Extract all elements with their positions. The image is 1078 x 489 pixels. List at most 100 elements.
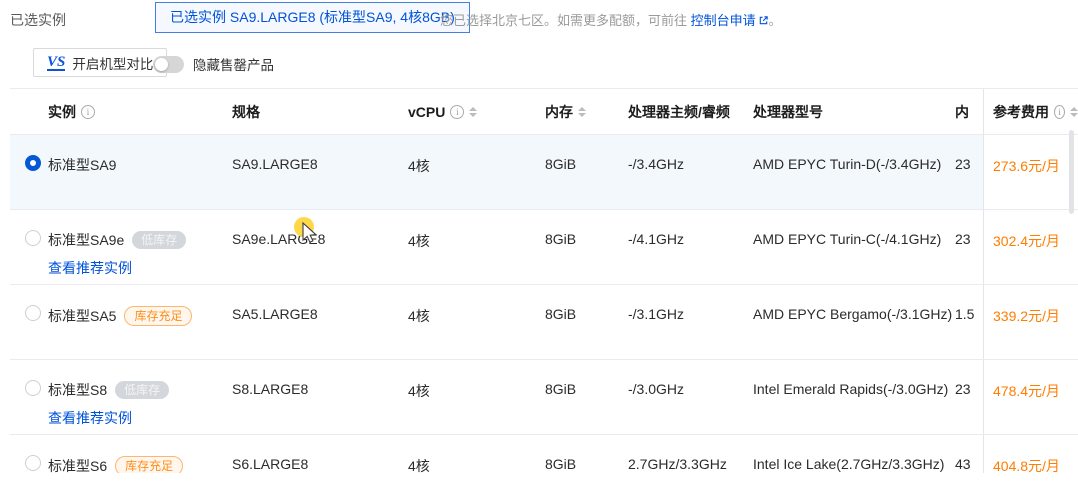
instance-name-line: 标准型SA5 库存充足 [48,306,232,326]
radio-cell [10,210,48,284]
column-header: 实例i [48,89,232,134]
instance-name-cell: 标准型S6 库存充足 [48,435,232,473]
header-cell-radio [10,89,48,134]
stock-badge: 库存充足 [124,306,192,326]
vcpu-cell: 4核 [408,285,545,359]
table-header-row: 实例i规格 vCPU i 内存 处理器主频/睿频 处理器型号 内 参考费用 i [10,89,1078,135]
cpu-model-cell: AMD EPYC Turin-C(-/4.1GHz) [753,210,955,284]
spec-cell: S8.LARGE8 [232,360,408,434]
instance-name-line: 标准型S8低库存 [48,381,232,399]
column-header: 内 [955,89,983,134]
memory-cell: 8GiB [545,135,628,209]
region-quota-note: 您已选择北京七区。如需更多配额，可前往 控制台申请。 [440,10,782,29]
info-icon[interactable]: i [1054,105,1065,119]
view-recommended-link[interactable]: 查看推荐实例 [48,258,232,278]
toggle-knob-icon [155,58,168,71]
instance-name-cell: 标准型S8低库存查看推荐实例 [48,360,232,434]
table-row[interactable]: 标准型SA9 SA9.LARGE84核8GiB-/3.4GHzAMD EPYC T… [10,135,1078,210]
instance-name-line: 标准型SA9e低库存 [48,231,232,249]
info-icon[interactable]: i [81,105,95,119]
column-header-label: 内 [955,102,969,122]
price-cell: 339.2元/月 [983,285,1078,359]
column-header-label: 内存 [545,102,573,122]
note-period: 。 [769,13,782,28]
instance-radio[interactable] [25,305,41,321]
hide-soldout-label: 隐藏售罄产品 [193,54,274,74]
memory-cell: 8GiB [545,360,628,434]
instance-name-cell: 标准型SA9 [48,135,232,209]
console-apply-link[interactable]: 控制台申请 [691,13,756,28]
hide-soldout-control: 隐藏售罄产品 [153,54,274,74]
cpu-model-cell: Intel Emerald Rapids(-/3.0GHz) [753,360,955,434]
spec-cell: SA5.LARGE8 [232,285,408,359]
column-header: 参考费用 i [983,89,1078,134]
frequency-cell: -/4.1GHz [628,210,753,284]
stock-badge: 库存充足 [115,456,183,473]
radio-cell [10,285,48,359]
bandwidth-clipped-cell: 43 [955,435,983,473]
price-cell: 404.8元/月 [983,435,1078,473]
cpu-model-cell: AMD EPYC Bergamo(-/3.1GHz) [753,285,955,359]
instance-radio[interactable] [25,380,41,396]
column-header-label: 处理器型号 [753,102,823,122]
vcpu-cell: 4核 [408,210,545,284]
spec-cell: SA9e.LARGE8 [232,210,408,284]
column-header: 处理器主频/睿频 [628,89,753,134]
memory-cell: 8GiB [545,435,628,473]
column-header-label: 参考费用 [993,102,1049,122]
memory-cell: 8GiB [545,210,628,284]
spec-cell: S6.LARGE8 [232,435,408,473]
instance-radio[interactable] [25,455,41,471]
radio-cell [10,135,48,209]
spec-cell: SA9.LARGE8 [232,135,408,209]
sort-icon[interactable] [469,107,477,117]
table-row[interactable]: 标准型S8低库存查看推荐实例S8.LARGE84核8GiB-/3.0GHzInt… [10,360,1078,435]
compare-models-label: 开启机型对比 [72,53,153,73]
table-body: 标准型SA9SA9.LARGE84核8GiB-/3.4GHzAMD EPYC T… [10,135,1078,473]
vertical-scrollbar-thumb[interactable] [1069,130,1074,214]
frequency-cell: -/3.1GHz [628,285,753,359]
sort-icon[interactable] [1070,107,1078,117]
column-header-label: 规格 [232,102,260,122]
instance-name: 标准型S6 [48,457,107,473]
external-link-icon[interactable] [758,14,769,29]
stock-badge: 低库存 [115,381,169,399]
column-header-label: vCPU [408,104,445,120]
vcpu-cell: 4核 [408,360,545,434]
note-text: 您已选择北京七区。如需更多配额，可前往 [440,13,691,28]
instance-radio[interactable] [25,155,41,171]
hide-soldout-toggle[interactable] [153,56,184,73]
sort-icon[interactable] [578,107,586,117]
instance-name-line: 标准型SA9 [48,156,232,174]
price-cell: 478.4元/月 [983,360,1078,434]
frequency-cell: -/3.4GHz [628,135,753,209]
stock-badge: 低库存 [132,231,186,249]
cpu-model-cell: AMD EPYC Turin-D(-/3.4GHz) [753,135,955,209]
table-row[interactable]: 标准型SA9e低库存查看推荐实例SA9e.LARGE84核8GiB-/4.1GH… [10,210,1078,285]
vs-icon: VS [47,55,65,71]
selected-instance-chip[interactable]: 已选实例 SA9.LARGE8 (标准型SA9, 4核8GB) [155,2,470,33]
instance-name: 标准型SA9 [48,156,116,174]
column-header: 处理器型号 [753,89,955,134]
view-recommended-link[interactable]: 查看推荐实例 [48,408,232,428]
radio-cell [10,435,48,473]
vcpu-cell: 4核 [408,135,545,209]
instance-name-cell: 标准型SA5 库存充足 [48,285,232,359]
frequency-cell: -/3.0GHz [628,360,753,434]
bandwidth-clipped-cell: 1.5 [955,285,983,359]
vcpu-cell: 4核 [408,435,545,473]
column-header: 规格 [232,89,408,134]
bandwidth-clipped-cell: 23 [955,360,983,434]
bandwidth-clipped-cell: 23 [955,135,983,209]
instance-name: 标准型SA5 [48,307,116,325]
frequency-cell: 2.7GHz/3.3GHz [628,435,753,473]
column-header-label: 处理器主频/睿频 [628,102,730,122]
table-row[interactable]: 标准型SA5库存充足SA5.LARGE84核8GiB-/3.1GHzAMD EP… [10,285,1078,360]
column-header: vCPU i [408,89,545,134]
table-row[interactable]: 标准型S6库存充足S6.LARGE84核8GiB2.7GHz/3.3GHzInt… [10,435,1078,473]
instance-radio[interactable] [25,230,41,246]
compare-models-button[interactable]: VS 开启机型对比 [33,48,167,77]
radio-cell [10,360,48,434]
info-icon[interactable]: i [450,105,464,119]
bandwidth-clipped-cell: 23 [955,210,983,284]
